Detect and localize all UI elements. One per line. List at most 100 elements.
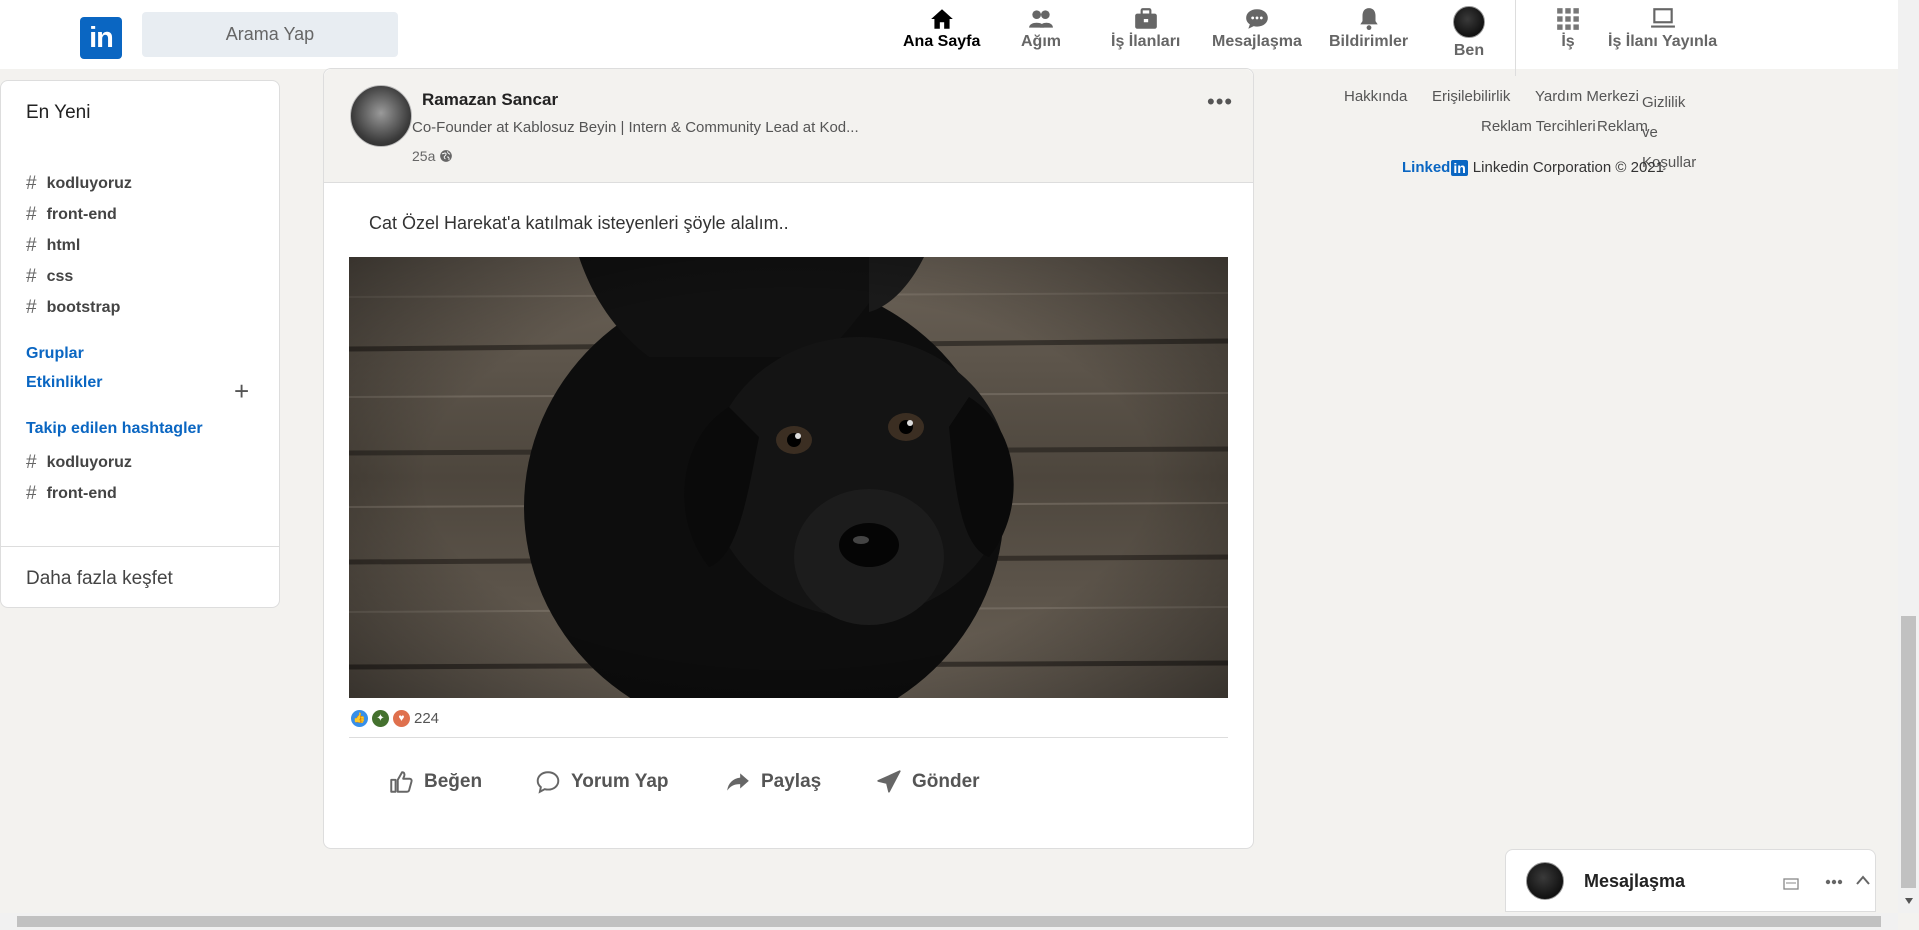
sidebar-groups-link[interactable]: Gruplar (26, 345, 84, 363)
messaging-more-icon[interactable] (1825, 879, 1843, 885)
hashtag-icon: # (26, 452, 37, 473)
search-input[interactable] (142, 12, 398, 57)
sidebar-events-link[interactable]: Etkinlikler (26, 374, 102, 392)
dog-photo (349, 257, 1228, 698)
messaging-title[interactable]: Mesajlaşma (1584, 871, 1685, 892)
hashtag-icon: # (26, 266, 37, 287)
chat-icon (1246, 9, 1268, 29)
chevron-up-icon[interactable] (1856, 875, 1870, 885)
laptop-icon (1650, 8, 1675, 28)
tag-label: front-end (46, 206, 117, 223)
nav-divider (1515, 0, 1516, 76)
comment-icon (536, 771, 560, 794)
followed-tag-front-end[interactable]: # front-end (26, 483, 117, 505)
comment-label: Yorum Yap (571, 771, 669, 792)
sidebar-tag-html[interactable]: # html (26, 235, 80, 257)
footer-link-help-center[interactable]: Yardım Merkezi (1535, 88, 1639, 105)
scroll-down-arrow-icon[interactable] (1904, 897, 1914, 905)
share-label: Paylaş (761, 771, 822, 792)
post-image-dog[interactable] (349, 257, 1228, 698)
nav-jobs-label: İş İlanları (1111, 33, 1181, 50)
tag-label: html (46, 237, 81, 254)
home-icon (930, 9, 953, 29)
hashtag-icon: # (26, 235, 37, 256)
nav-work-label: İş (1561, 33, 1575, 50)
linkedin-mini-logo: Linked in (1402, 159, 1468, 176)
send-button[interactable]: Gönder (876, 769, 980, 795)
send-icon (877, 770, 901, 793)
nav-jobs[interactable]: İş İlanları (1111, 6, 1180, 51)
linkedin-mini-logo-text: Linked (1402, 159, 1451, 176)
copyright-text: Linkedin Corporation © 2021 (1472, 159, 1664, 176)
author-avatar[interactable] (350, 85, 412, 147)
like-label: Beğen (424, 771, 483, 792)
left-sidebar: En Yeni # kodluyoruz # front-end # html … (0, 80, 280, 608)
compose-icon[interactable] (1783, 877, 1799, 891)
post-time-text: 25a (412, 148, 436, 164)
bell-icon (1359, 8, 1378, 31)
grid-icon (1557, 8, 1579, 30)
sidebar-title: En Yeni (26, 102, 91, 123)
sidebar-tag-front-end[interactable]: # front-end (26, 204, 117, 226)
avatar (1453, 6, 1485, 38)
linkedin-mini-logo-in: in (1451, 159, 1468, 176)
tag-label: kodluyoruz (46, 175, 132, 192)
send-label: Gönder (912, 771, 980, 792)
globe-icon (440, 150, 453, 162)
horizontal-scrollbar-thumb[interactable] (17, 916, 1881, 927)
nav-messaging[interactable]: Mesajlaşma (1212, 6, 1302, 51)
nav-home-label: Ana Sayfa (903, 33, 981, 50)
post-timestamp: 25a (412, 148, 453, 164)
post-divider (349, 737, 1228, 738)
tag-label: bootstrap (46, 299, 121, 316)
post-text: Cat Özel Harekat'a katılmak isteyenleri … (369, 213, 789, 233)
nav-network-label: Ağım (1021, 33, 1061, 50)
nav-messaging-label: Mesajlaşma (1212, 33, 1302, 50)
tag-label: css (46, 268, 74, 285)
footer-link-accessibility[interactable]: Erişilebilirlik (1432, 88, 1510, 105)
post-reactions[interactable]: 👍 ✦ ♥ 224 (351, 710, 439, 727)
messaging-avatar (1526, 862, 1564, 900)
discover-more-button[interactable]: Daha fazla keşfet (26, 568, 173, 590)
nav-network[interactable]: Ağım (1021, 6, 1061, 51)
nav-me-label: Ben (1453, 42, 1485, 59)
share-icon (727, 773, 749, 791)
nav-home[interactable]: Ana Sayfa (903, 6, 980, 51)
nav-notifications-label: Bildirimler (1329, 33, 1409, 50)
linkedin-logo[interactable]: in (80, 17, 122, 59)
nav-post-job[interactable]: İş İlanı Yayınla (1608, 6, 1717, 51)
hashtag-icon: # (26, 204, 37, 225)
nav-work[interactable]: İş (1554, 6, 1582, 51)
nav-post-job-label: İş İlanı Yayınla (1608, 33, 1718, 50)
share-button[interactable]: Paylaş (725, 769, 821, 795)
like-button[interactable]: Beğen (388, 769, 482, 795)
sidebar-tag-bootstrap[interactable]: # bootstrap (26, 297, 120, 319)
nav-me[interactable]: Ben (1453, 6, 1485, 60)
comment-button[interactable]: Yorum Yap (535, 769, 669, 795)
top-nav-bar: in Ana Sayfa Ağım İş İlanları Mesajlaşma… (0, 0, 1898, 76)
followed-tag-kodluyoruz[interactable]: # kodluyoruz (26, 452, 132, 474)
nav-notifications[interactable]: Bildirimler (1329, 6, 1408, 51)
footer-link-advertising[interactable]: Reklam (1597, 118, 1648, 135)
vertical-scrollbar-thumb[interactable] (1901, 616, 1916, 888)
tag-label: front-end (46, 485, 117, 502)
sidebar-tag-kodluyoruz[interactable]: # kodluyoruz (26, 173, 132, 195)
footer-link-about[interactable]: Hakkında (1344, 88, 1407, 105)
hashtag-icon: # (26, 297, 37, 318)
hashtag-icon: # (26, 483, 37, 504)
footer-copyright: Linked in Linkedin Corporation © 2021 (1402, 159, 1664, 176)
sidebar-divider (1, 546, 279, 547)
sidebar-followed-hashtags-link[interactable]: Takip edilen hashtagler (26, 420, 203, 438)
post-author-name[interactable]: Ramazan Sancar (422, 90, 558, 110)
reaction-count: 224 (414, 710, 440, 727)
post-menu-icon[interactable]: ••• (1207, 89, 1233, 115)
add-event-plus-icon[interactable]: + (234, 376, 249, 407)
footer-link-ad-preferences[interactable]: Reklam Tercihleri (1481, 118, 1596, 135)
tag-label: kodluyoruz (46, 454, 132, 471)
network-icon (1029, 10, 1053, 28)
love-reaction-icon: ♥ (393, 710, 410, 727)
sidebar-tag-css[interactable]: # css (26, 266, 73, 288)
messaging-widget[interactable]: Mesajlaşma (1505, 849, 1876, 912)
hashtag-icon: # (26, 173, 37, 194)
thumbs-up-icon (390, 771, 413, 793)
